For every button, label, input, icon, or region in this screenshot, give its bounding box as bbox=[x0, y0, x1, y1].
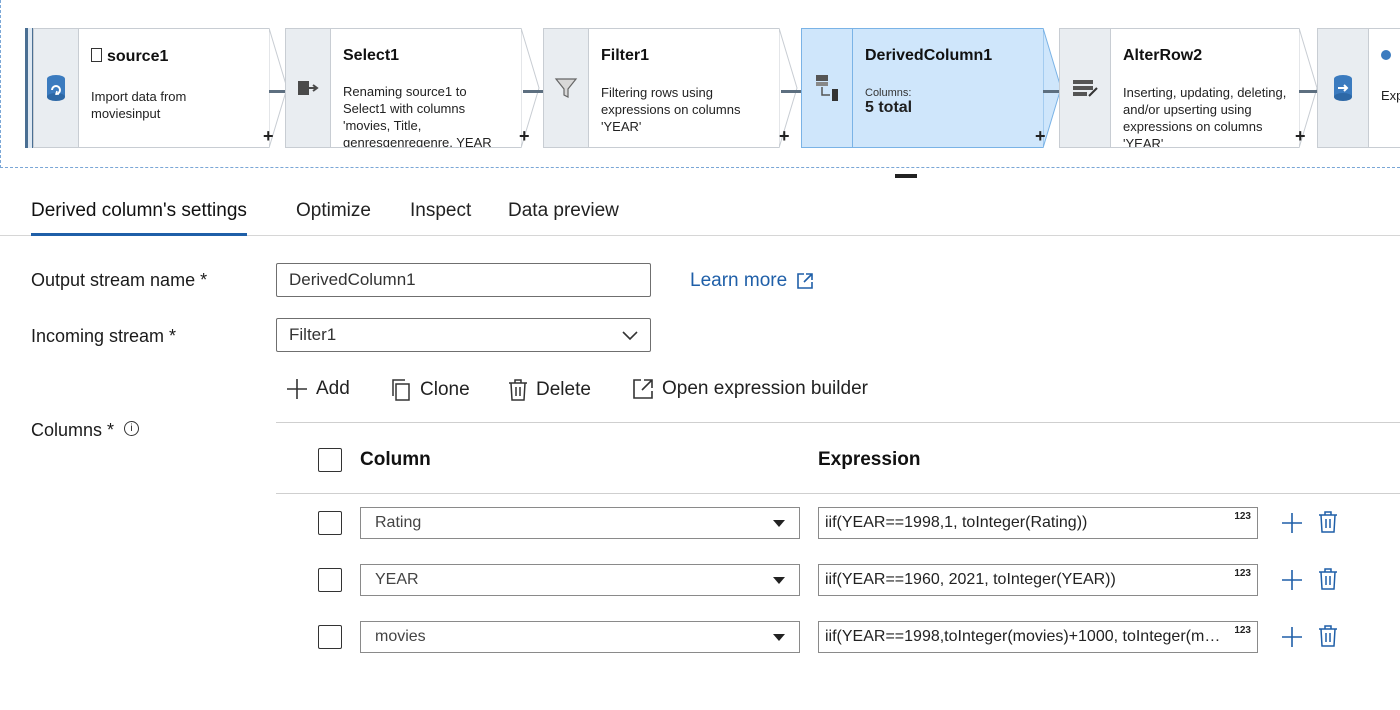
type-badge: 123 bbox=[1234, 625, 1251, 636]
caret-down-icon bbox=[773, 520, 785, 527]
incoming-stream-value: Filter1 bbox=[289, 325, 337, 344]
add-label: Add bbox=[316, 378, 350, 399]
tab-optimize[interactable]: Optimize bbox=[296, 200, 371, 222]
column-name-value: YEAR bbox=[375, 571, 419, 588]
tab-inspect[interactable]: Inspect bbox=[410, 200, 471, 222]
add-row-icon[interactable] bbox=[1281, 512, 1303, 534]
add-transform-button[interactable]: + bbox=[779, 126, 790, 147]
panel-resize-handle[interactable] bbox=[895, 174, 917, 178]
delete-row-icon[interactable] bbox=[1318, 510, 1338, 534]
node-title: Select1 bbox=[343, 47, 400, 64]
expression-value: iif(YEAR==1960, 2021, toInteger(YEAR)) bbox=[825, 571, 1116, 588]
connector bbox=[1043, 90, 1059, 93]
add-row-icon[interactable] bbox=[1281, 569, 1303, 591]
column-name-select[interactable]: Rating bbox=[360, 507, 800, 539]
node-title: AlterRow2 bbox=[1123, 47, 1203, 64]
connector bbox=[269, 90, 285, 93]
select-icon bbox=[285, 28, 331, 148]
derived-column-icon bbox=[801, 28, 853, 148]
add-transform-button[interactable]: + bbox=[519, 126, 530, 147]
output-stream-input[interactable]: DerivedColumn1 bbox=[276, 263, 651, 297]
node-columns-label: Columns: bbox=[865, 87, 912, 99]
learn-more-label: Learn more bbox=[690, 270, 788, 291]
source-icon bbox=[33, 28, 79, 148]
node-title: Filter1 bbox=[601, 47, 650, 64]
add-transform-button[interactable]: + bbox=[1295, 126, 1306, 147]
output-stream-label: Output stream name * bbox=[31, 270, 208, 290]
clone-button[interactable]: Clone bbox=[390, 378, 470, 402]
lane-start-bar bbox=[25, 28, 33, 148]
expression-input[interactable]: iif(YEAR==1998,toInteger(movies)+1000, t… bbox=[818, 621, 1258, 653]
type-badge: 123 bbox=[1234, 568, 1251, 579]
pipeline-canvas[interactable]: source1 Import data from moviesinput + S… bbox=[0, 0, 1400, 168]
incoming-stream-select[interactable]: Filter1 bbox=[276, 318, 651, 352]
delete-label: Delete bbox=[536, 379, 591, 400]
clone-label: Clone bbox=[420, 379, 470, 400]
learn-more-link[interactable]: Learn more bbox=[690, 270, 814, 292]
status-dot-icon bbox=[1381, 50, 1391, 60]
node-description: Exp bbox=[1381, 88, 1400, 103]
expression-input[interactable]: iif(YEAR==1960, 2021, toInteger(YEAR)) 12… bbox=[818, 564, 1258, 596]
grid-header-border bbox=[276, 493, 1400, 494]
delete-row-icon[interactable] bbox=[1318, 624, 1338, 648]
delete-button[interactable]: Delete bbox=[508, 378, 591, 402]
grid-top-border bbox=[276, 422, 1400, 423]
expression-header: Expression bbox=[818, 449, 921, 470]
type-badge: 123 bbox=[1234, 511, 1251, 522]
column-header: Column bbox=[360, 449, 431, 470]
select-all-checkbox[interactable] bbox=[318, 448, 342, 472]
external-link-icon bbox=[633, 379, 653, 399]
incoming-stream-label: Incoming stream * bbox=[31, 326, 177, 346]
tab-derived-column-settings[interactable]: Derived column's settings bbox=[31, 200, 247, 236]
add-transform-button[interactable]: + bbox=[1035, 126, 1046, 147]
caret-down-icon bbox=[773, 577, 785, 584]
row-checkbox[interactable] bbox=[318, 511, 342, 535]
expression-input[interactable]: iif(YEAR==1998,1, toInteger(Rating)) 123 bbox=[818, 507, 1258, 539]
column-name-select[interactable]: YEAR bbox=[360, 564, 800, 596]
trash-icon bbox=[509, 379, 527, 401]
alter-row-icon bbox=[1059, 28, 1111, 148]
sink-icon bbox=[1317, 28, 1369, 148]
tab-data-preview[interactable]: Data preview bbox=[508, 200, 619, 222]
node-title: DerivedColumn1 bbox=[865, 47, 993, 64]
row-checkbox[interactable] bbox=[318, 568, 342, 592]
columns-label-text: Columns * bbox=[31, 420, 115, 440]
node-description: Inserting, updating, deleting, and/or up… bbox=[1123, 85, 1287, 148]
connector bbox=[1299, 90, 1317, 93]
column-name-value: movies bbox=[375, 628, 426, 645]
filter-icon bbox=[543, 28, 589, 148]
delete-row-icon[interactable] bbox=[1318, 567, 1338, 591]
plus-icon bbox=[287, 379, 307, 399]
columns-label: Columns * i bbox=[31, 420, 140, 441]
chevron-down-icon bbox=[622, 331, 638, 341]
open-expression-builder-button[interactable]: Open expression builder bbox=[632, 378, 868, 400]
column-name-value: Rating bbox=[375, 514, 422, 531]
connector bbox=[781, 90, 801, 93]
add-row-icon[interactable] bbox=[1281, 626, 1303, 648]
node-description: Import data from moviesinput bbox=[91, 89, 187, 121]
expression-value: iif(YEAR==1998,toInteger(movies)+1000, t… bbox=[825, 628, 1253, 645]
open-expression-builder-label: Open expression builder bbox=[662, 378, 868, 399]
caret-down-icon bbox=[773, 634, 785, 641]
connector bbox=[523, 90, 543, 93]
add-button[interactable]: Add bbox=[286, 378, 350, 400]
info-icon[interactable]: i bbox=[124, 421, 140, 436]
row-checkbox[interactable] bbox=[318, 625, 342, 649]
node-columns-count: 5 total bbox=[865, 99, 913, 116]
add-transform-button[interactable]: + bbox=[263, 126, 274, 147]
node-title: source1 bbox=[107, 48, 169, 65]
node-description: Filtering rows using expressions on colu… bbox=[601, 85, 741, 134]
expression-value: iif(YEAR==1998,1, toInteger(Rating)) bbox=[825, 514, 1088, 531]
doc-icon bbox=[91, 48, 102, 62]
column-name-select[interactable]: movies bbox=[360, 621, 800, 653]
settings-tabs: Derived column's settings Optimize Inspe… bbox=[0, 186, 1400, 236]
external-link-icon bbox=[797, 273, 813, 289]
node-description: Renaming source1 to Select1 with columns… bbox=[343, 84, 492, 148]
clone-icon bbox=[392, 379, 410, 401]
